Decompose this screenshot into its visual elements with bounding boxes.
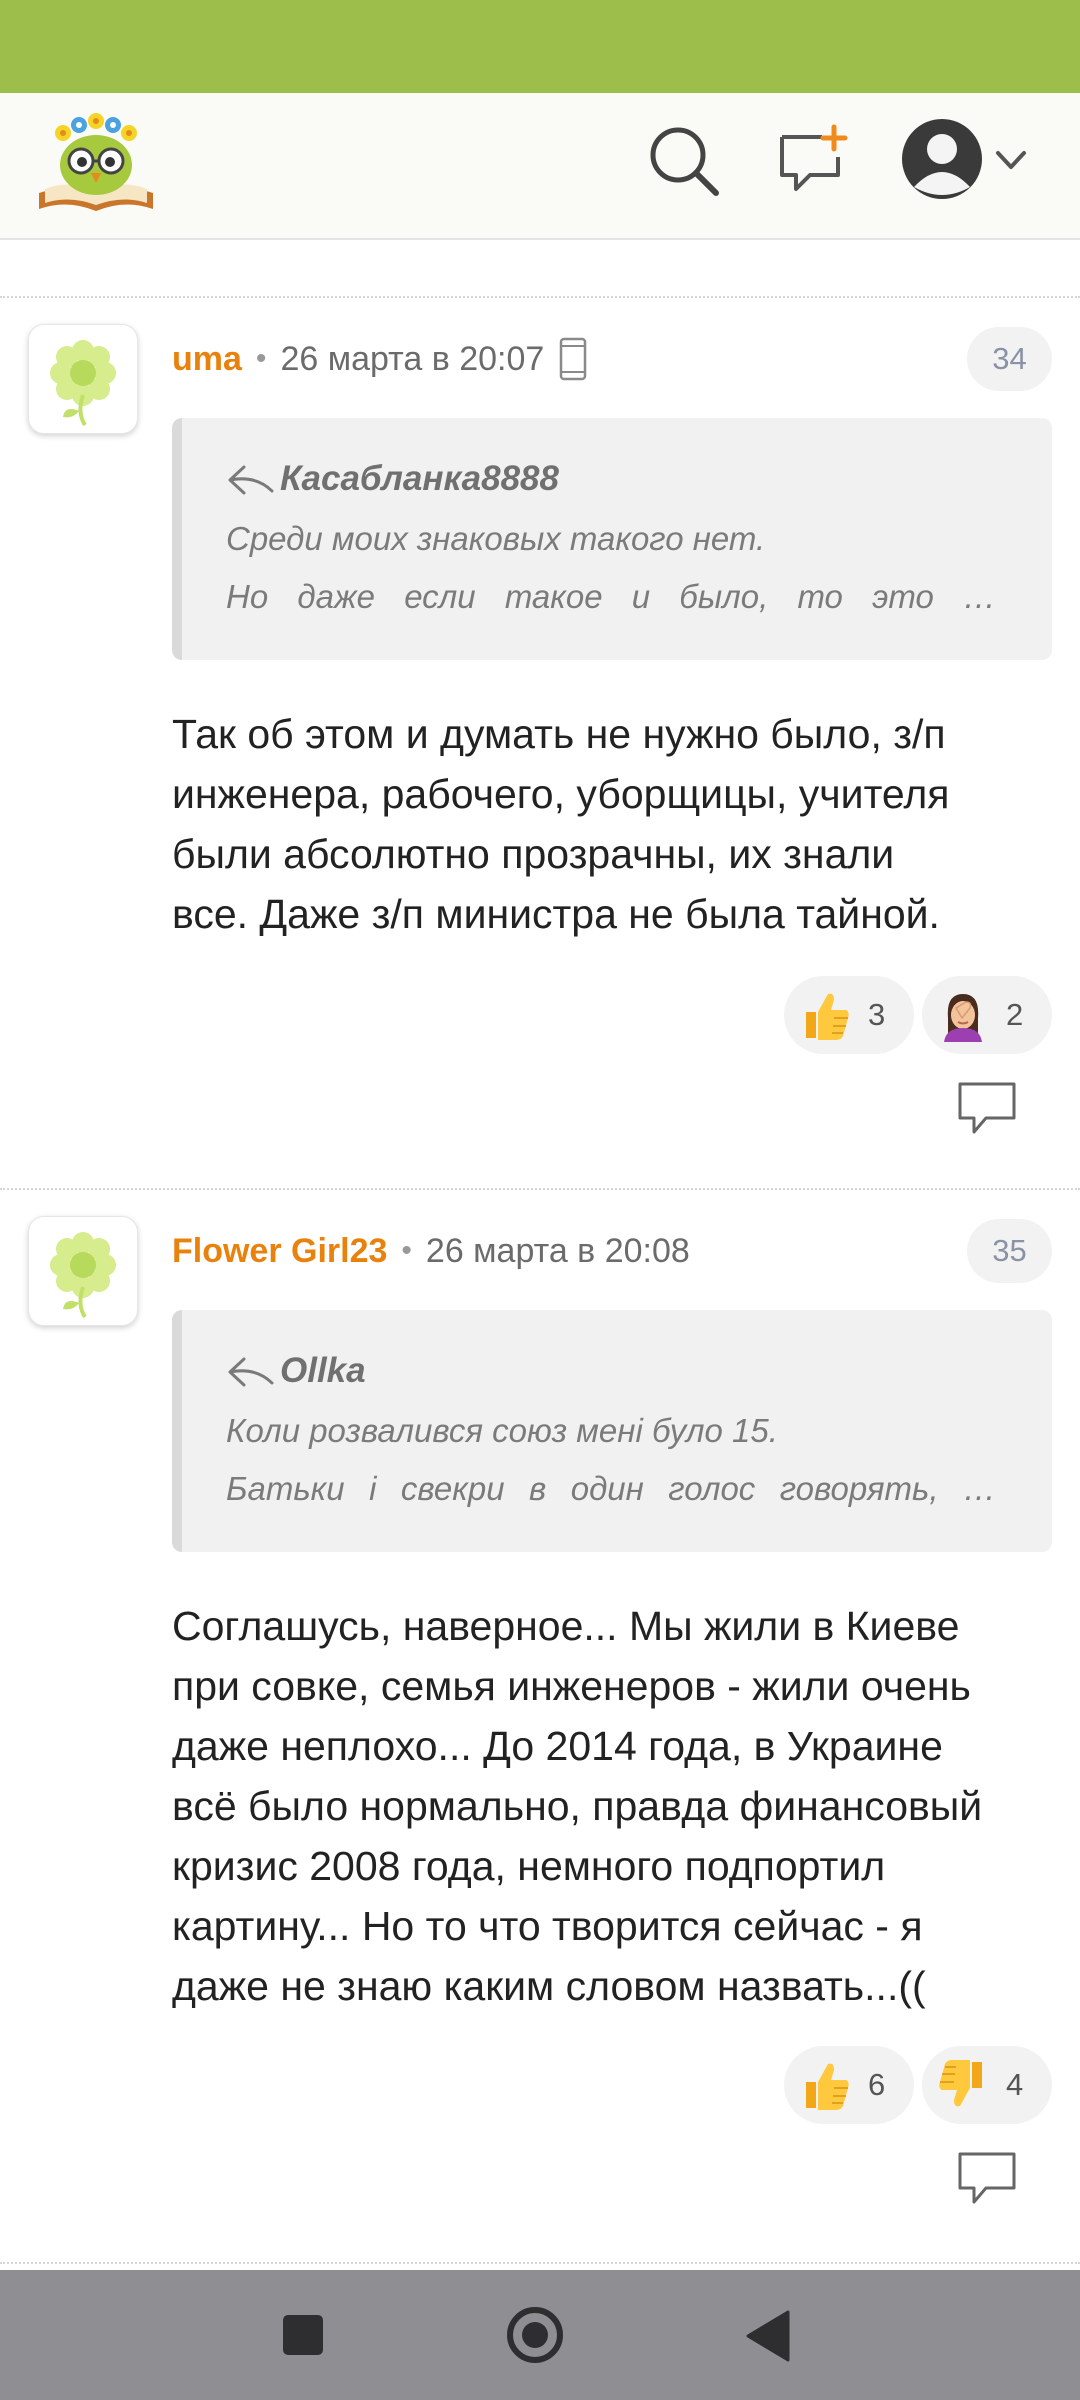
comment-item: uma • 26 марта в 20:07 34 Касабланка8888…: [0, 298, 1080, 1188]
comment-number[interactable]: 35: [967, 1219, 1052, 1283]
reaction-thumbs-down[interactable]: 4: [922, 2046, 1052, 2124]
comment-number[interactable]: 34: [967, 327, 1052, 391]
quote-author: Ollka: [280, 1351, 366, 1390]
comment-meta: uma • 26 марта в 20:07: [172, 334, 588, 384]
new-post-icon[interactable]: [776, 123, 850, 197]
reply-arrow-icon: [228, 1357, 274, 1387]
reaction-facepalm[interactable]: 2: [922, 976, 1052, 1054]
quote-line-truncated: Батьки і свекри в один голос говорять, …: [226, 1470, 996, 1507]
quote-author-row: Ollka: [226, 1346, 996, 1396]
reaction-thumbs-up[interactable]: 6: [784, 2046, 914, 2124]
thumbs-down-icon: [939, 2060, 982, 2107]
flower-avatar-icon: [50, 340, 116, 427]
back-icon[interactable]: [744, 2310, 790, 2362]
thumbs-up-icon: [806, 993, 849, 1040]
comment-meta: Flower Girl23 • 26 марта в 20:08: [172, 1226, 690, 1276]
flower-avatar-icon: [50, 1232, 116, 1319]
system-navigation-bar: [0, 2270, 1080, 2400]
quote-line: Коли розвалився союз мені було 15.: [226, 1412, 778, 1449]
search-icon[interactable]: [646, 123, 720, 197]
reaction-count: 2: [1006, 997, 1024, 1032]
comment-text: Соглашусь, наверное... Мы жили в Киеве п…: [172, 1603, 983, 2009]
reaction-count: 3: [868, 997, 886, 1032]
comment-item: Flower Girl23 • 26 марта в 20:08 35 Ollk…: [0, 1190, 1080, 2260]
meta-separator: •: [401, 1234, 412, 1267]
comment-divider: [0, 2262, 1080, 2264]
comment-author[interactable]: Flower Girl23: [172, 1232, 387, 1271]
owl-logo-icon[interactable]: [33, 109, 159, 215]
home-icon[interactable]: [506, 2306, 564, 2364]
mobile-phone-icon: [560, 337, 587, 381]
status-bar: [0, 0, 1080, 93]
reaction-count: 6: [868, 2067, 886, 2102]
quote-line-truncated: Но даже если такое и было, то это …: [226, 578, 996, 615]
reaction-thumbs-up[interactable]: 3: [784, 976, 914, 1054]
reaction-count: 4: [1006, 2067, 1024, 2102]
meta-separator: •: [255, 342, 267, 375]
avatar[interactable]: [28, 324, 138, 434]
comment-author[interactable]: uma: [172, 340, 242, 379]
reply-comment-icon[interactable]: [956, 1080, 1018, 1138]
quoted-reply[interactable]: Ollka Коли розвалився союз мені було 15.…: [172, 1310, 1052, 1552]
quoted-reply[interactable]: Касабланка8888 Среди моих знаковых таког…: [172, 418, 1052, 660]
comment-date[interactable]: 26 марта в 20:08: [426, 1232, 690, 1271]
user-avatar-icon[interactable]: [900, 117, 984, 201]
app-header: [0, 93, 1080, 240]
quote-line: Среди моих знаковых такого нет.: [226, 520, 766, 557]
recent-apps-icon[interactable]: [282, 2314, 324, 2356]
quote-author: Касабланка8888: [280, 459, 559, 498]
reply-arrow-icon: [228, 465, 274, 495]
reply-comment-icon[interactable]: [956, 2150, 1018, 2208]
comment-text: Так об этом и думать не нужно было, з/п …: [172, 711, 950, 937]
thumbs-up-icon: [806, 2063, 849, 2110]
chevron-down-icon[interactable]: [994, 143, 1028, 177]
facepalm-icon: [944, 994, 982, 1042]
comment-date[interactable]: 26 марта в 20:07: [280, 340, 544, 379]
quote-author-row: Касабланка8888: [226, 454, 996, 504]
avatar[interactable]: [28, 1216, 138, 1326]
